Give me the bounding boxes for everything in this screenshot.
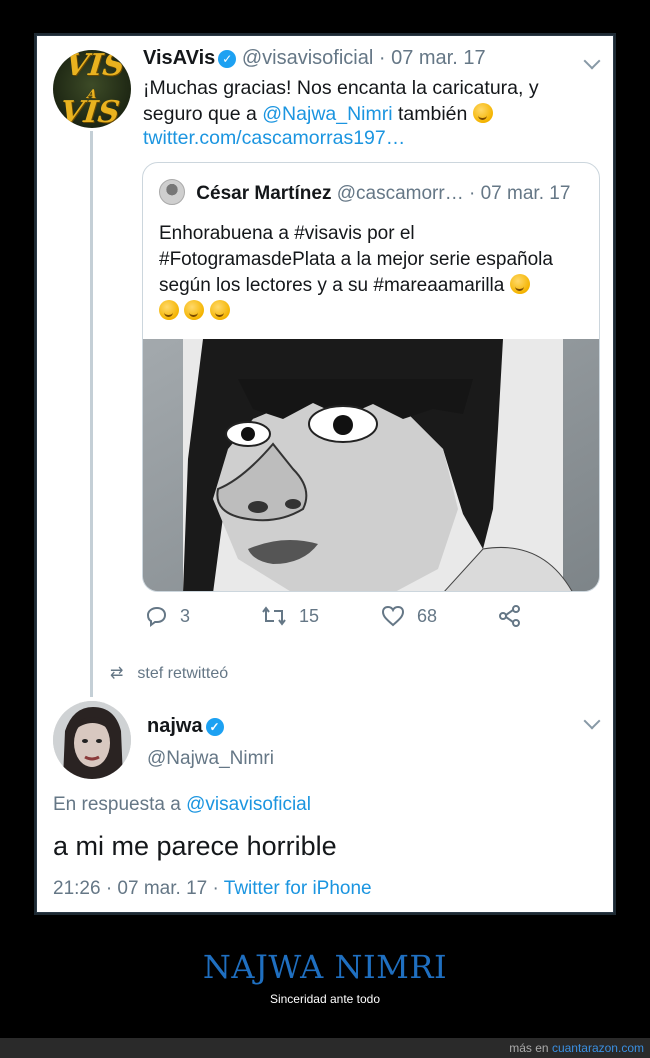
credit-prefix: más en (509, 1041, 549, 1055)
thread-line (90, 131, 93, 697)
share-button[interactable] (498, 605, 522, 627)
reply-button[interactable]: 3 (146, 605, 190, 627)
visavis-avatar[interactable]: VIS A VIS (53, 50, 131, 128)
like-count: 68 (417, 605, 438, 626)
quote-author-name: César Martínez (196, 183, 332, 204)
tweet-actions: 3 15 68 (146, 605, 546, 635)
tweet1-text: ¡Muchas gracias! Nos encanta la caricatu… (143, 75, 603, 127)
chevron-down-icon[interactable] (583, 52, 601, 70)
retweet-button[interactable]: 15 (261, 605, 319, 627)
post-subtitle: Sinceridad ante todo (269, 992, 381, 1006)
reply-to-link[interactable]: @visavisoficial (186, 794, 311, 815)
mention-link[interactable]: @Najwa_Nimri (262, 103, 392, 125)
tweet1-author-name[interactable]: VisAVis (143, 47, 215, 69)
like-button[interactable]: 68 (381, 605, 437, 627)
quote-date: · 07 mar. 17 (469, 183, 571, 204)
tweet1-text-part: también (398, 103, 468, 125)
wink-emoji-icon (472, 103, 493, 123)
quote-header: César Martínez @cascamorr… · 07 mar. 17 (159, 179, 570, 205)
verified-icon: ✓ (205, 718, 224, 736)
heart-icon (381, 605, 405, 627)
caricature-drawing-image[interactable] (143, 339, 599, 591)
share-icon (499, 605, 520, 627)
site-credit: más en cuantarazon.com (509, 1041, 644, 1055)
wink-emoji-icon (184, 300, 205, 320)
tweet1-handle[interactable]: @visavisoficial (242, 47, 373, 69)
tweet2-source[interactable]: Twitter for iPhone (224, 878, 372, 899)
tweet2-author[interactable]: najwa ✓ (147, 715, 224, 738)
quoted-tweet[interactable]: César Martínez @cascamorr… · 07 mar. 17 … (142, 162, 600, 592)
tweet2-author-name: najwa (147, 715, 203, 737)
tweet1-date[interactable]: · 07 mar. 17 (379, 47, 486, 69)
retweeted-by[interactable]: ⇄ stef retwitteó (110, 663, 228, 683)
quote-text: Enhorabuena a #visavis por el #Fotograma… (159, 223, 553, 296)
visavis-logo: VIS A VIS (58, 50, 126, 128)
chevron-down-icon[interactable] (583, 712, 601, 730)
quote-avatar (159, 179, 185, 205)
najwa-avatar[interactable] (53, 701, 131, 779)
retweet-count: 15 (299, 605, 320, 626)
wink-emoji-icon (509, 274, 530, 294)
site-link[interactable]: cuantarazon.com (552, 1041, 644, 1055)
quote-handle: @cascamorr… (336, 183, 464, 204)
reply-icon (146, 606, 167, 627)
retweet-icon (262, 606, 286, 626)
reply-prefix: En respuesta a (53, 794, 181, 815)
retweeted-by-text: stef retwitteó (137, 665, 229, 682)
bottom-bar: más en cuantarazon.com (0, 1038, 650, 1058)
tweet2-time[interactable]: 21:26 · 07 mar. 17 · (53, 878, 219, 899)
retweet-icon: ⇄ (110, 665, 124, 682)
tweet2-handle[interactable]: @Najwa_Nimri (147, 748, 274, 770)
reply-context: En respuesta a @visavisoficial (53, 794, 311, 816)
post-title: NAJWA NIMRI (202, 948, 448, 986)
wink-emoji-icon (159, 300, 179, 320)
tweet2-text: a mi me parece horrible (53, 831, 337, 861)
tweet-card: VIS A VIS VisAVis ✓ @visavisoficial · 07 ma… (34, 33, 616, 915)
reply-count: 3 (180, 605, 191, 626)
quote-text-block: Enhorabuena a #visavis por el #Fotograma… (159, 221, 587, 325)
tweet1-quoted-link[interactable]: twitter.com/cascamorras197… (143, 127, 405, 150)
tweet1-header: VisAVis ✓ @visavisoficial · 07 mar. 17 (143, 47, 486, 70)
tweet2-meta: 21:26 · 07 mar. 17 · Twitter for iPhone (53, 878, 372, 900)
wink-emoji-icon (209, 300, 230, 320)
verified-icon: ✓ (218, 50, 237, 68)
